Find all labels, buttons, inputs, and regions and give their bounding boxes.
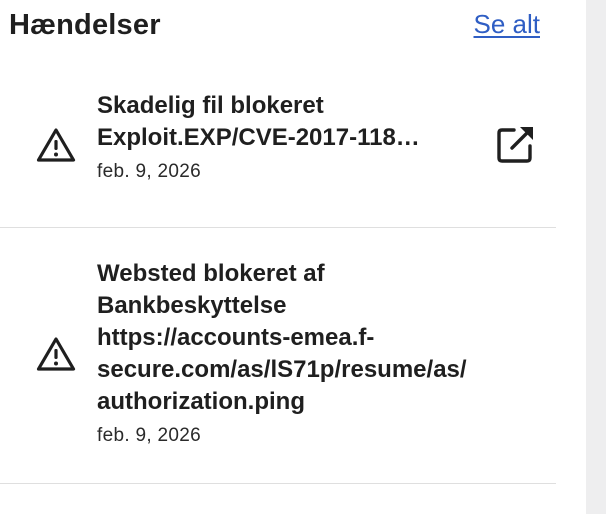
event-item[interactable]: Websted blokeret af Bankbeskyttelse http… bbox=[0, 228, 556, 484]
open-external-icon[interactable] bbox=[494, 122, 538, 166]
event-detail: Exploit.EXP/CVE-2017-118… bbox=[97, 124, 420, 151]
events-title: Hændelser bbox=[9, 9, 161, 41]
event-item[interactable]: Skadelig fil blokeret Exploit.EXP/CVE-20… bbox=[0, 56, 556, 228]
event-title: Skadelig fil blokeret bbox=[97, 92, 324, 119]
events-header: Hændelser Se alt bbox=[9, 0, 540, 56]
event-text: Skadelig fil blokeret Exploit.EXP/CVE-20… bbox=[97, 90, 497, 184]
event-url-end: authorization.ping bbox=[97, 388, 305, 415]
event-text: Websted blokeret af Bankbeskyttelse http… bbox=[97, 258, 497, 448]
event-title-cont: Bankbeskyttelse bbox=[97, 292, 287, 319]
event-url: https://accounts-emea.f- bbox=[97, 324, 375, 351]
see-all-link[interactable]: Se alt bbox=[474, 9, 541, 40]
event-url-cont: secure.com/as/lS71p/resume/as/ bbox=[97, 356, 467, 383]
event-date: feb. 9, 2026 bbox=[97, 425, 201, 446]
event-title: Websted blokeret af bbox=[97, 260, 325, 287]
scrollbar-track[interactable] bbox=[586, 0, 606, 514]
event-date: feb. 9, 2026 bbox=[97, 161, 201, 182]
warning-triangle-icon bbox=[36, 337, 76, 371]
warning-triangle-icon bbox=[36, 128, 76, 162]
events-panel: Hændelser Se alt Skadelig fil blokeret E… bbox=[0, 0, 586, 514]
